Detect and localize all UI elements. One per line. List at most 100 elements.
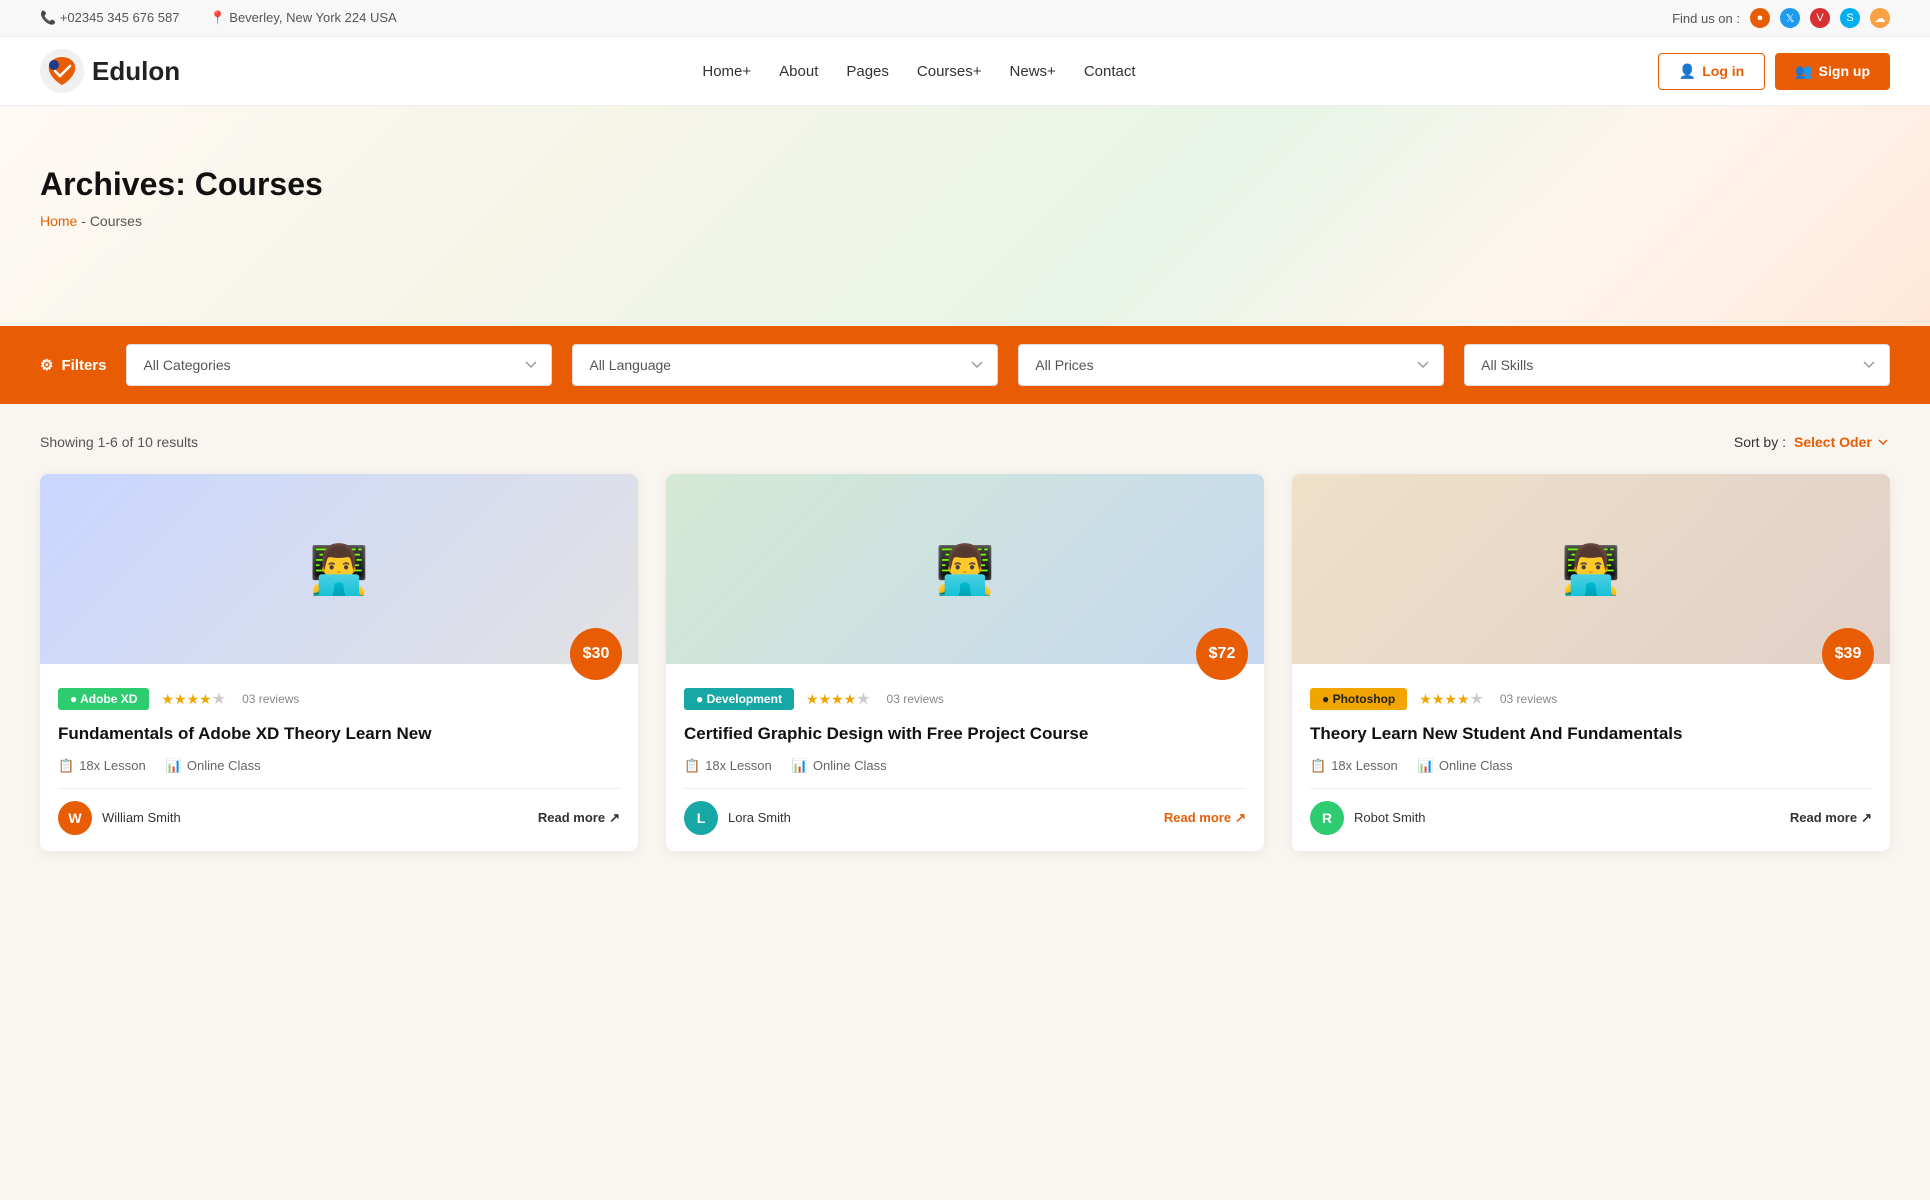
card-footer: W William Smith Read more ↗ bbox=[58, 801, 620, 835]
course-tag: ● Development bbox=[684, 688, 794, 710]
read-more-link[interactable]: Read more ↗ bbox=[1790, 810, 1872, 826]
card-body: ● Photoshop ★★★★★ 03 reviews Theory Lear… bbox=[1292, 664, 1890, 851]
card-footer: R Robot Smith Read more ↗ bbox=[1310, 801, 1872, 835]
class-type: Online Class bbox=[187, 758, 261, 773]
card-meta: 📋 18x Lesson 📊 Online Class bbox=[1310, 758, 1872, 774]
tag-row: ● Photoshop ★★★★★ 03 reviews bbox=[1310, 688, 1872, 710]
external-link-icon: ↗ bbox=[1235, 810, 1246, 826]
course-reviews: 03 reviews bbox=[887, 692, 944, 706]
social-icon-vimeo[interactable]: V bbox=[1810, 8, 1830, 28]
class-type: Online Class bbox=[1439, 758, 1513, 773]
social-icon-firefox[interactable]: ● bbox=[1750, 8, 1770, 28]
card-meta: 📋 18x Lesson 📊 Online Class bbox=[58, 758, 620, 774]
nav-about[interactable]: About bbox=[779, 63, 818, 80]
price-badge: $30 bbox=[570, 628, 622, 680]
page-title: Archives: Courses bbox=[40, 166, 1890, 203]
nav-courses[interactable]: Courses+ bbox=[917, 63, 982, 80]
nav-links: Home+ About Pages Courses+ News+ Contact bbox=[200, 63, 1638, 80]
course-card: 👨‍💻 $72 ● Development ★★★★★ 03 reviews C… bbox=[666, 474, 1264, 851]
avatar: R bbox=[1310, 801, 1344, 835]
lessons-count: 18x Lesson bbox=[705, 758, 772, 773]
filter-skills[interactable]: All Skills bbox=[1464, 344, 1890, 386]
login-button[interactable]: 👤 Log in bbox=[1658, 53, 1765, 90]
topbar-phone: 📞 +02345 345 676 587 bbox=[40, 10, 179, 26]
chart-icon: 📊 bbox=[1418, 758, 1434, 774]
nav-news[interactable]: News+ bbox=[1010, 63, 1056, 80]
social-icon-rss[interactable]: ☁ bbox=[1870, 8, 1890, 28]
sort-bar: Sort by : Select Oder bbox=[1734, 434, 1890, 450]
card-body: ● Adobe XD ★★★★★ 03 reviews Fundamentals… bbox=[40, 664, 638, 851]
card-image-wrap: 👨‍💻 $39 bbox=[1292, 474, 1890, 664]
lessons-meta: 📋 18x Lesson bbox=[1310, 758, 1398, 774]
card-footer: L Lora Smith Read more ↗ bbox=[684, 801, 1246, 835]
breadcrumb-home[interactable]: Home bbox=[40, 213, 77, 229]
topbar-address: 📍 Beverley, New York 224 USA bbox=[209, 10, 396, 26]
external-link-icon: ↗ bbox=[1861, 810, 1872, 826]
chart-icon: 📊 bbox=[166, 758, 182, 774]
lessons-meta: 📋 18x Lesson bbox=[58, 758, 146, 774]
lessons-count: 18x Lesson bbox=[79, 758, 146, 773]
lesson-icon: 📋 bbox=[684, 758, 700, 774]
filter-icon: ⚙ bbox=[40, 356, 53, 374]
topbar-findus: Find us on : bbox=[1672, 11, 1740, 26]
course-stars: ★★★★★ bbox=[806, 689, 871, 709]
main-content: Showing 1-6 of 10 results Sort by : Sele… bbox=[0, 404, 1930, 911]
course-tag: ● Photoshop bbox=[1310, 688, 1407, 710]
filter-prices[interactable]: All Prices bbox=[1018, 344, 1444, 386]
course-card: 👨‍💻 $39 ● Photoshop ★★★★★ 03 reviews The… bbox=[1292, 474, 1890, 851]
read-more-link[interactable]: Read more ↗ bbox=[538, 810, 620, 826]
lesson-icon: 📋 bbox=[58, 758, 74, 774]
social-icon-skype[interactable]: S bbox=[1840, 8, 1860, 28]
nav-pages[interactable]: Pages bbox=[846, 63, 889, 80]
logo-text: Edulon bbox=[92, 56, 180, 87]
chart-icon: 📊 bbox=[792, 758, 808, 774]
tag-row: ● Adobe XD ★★★★★ 03 reviews bbox=[58, 688, 620, 710]
card-meta: 📋 18x Lesson 📊 Online Class bbox=[684, 758, 1246, 774]
course-tag: ● Adobe XD bbox=[58, 688, 149, 710]
lessons-count: 18x Lesson bbox=[1331, 758, 1398, 773]
filter-bar: ⚙ Filters All Categories All Language Al… bbox=[0, 326, 1930, 404]
course-reviews: 03 reviews bbox=[242, 692, 299, 706]
instructor-name: Lora Smith bbox=[728, 810, 1154, 825]
breadcrumb-sep: - bbox=[81, 213, 90, 229]
card-divider bbox=[1310, 788, 1872, 789]
nav-buttons: 👤 Log in 👥 Sign up bbox=[1658, 53, 1890, 90]
course-reviews: 03 reviews bbox=[1500, 692, 1557, 706]
logo[interactable]: Edulon bbox=[40, 49, 180, 93]
results-bar: Showing 1-6 of 10 results Sort by : Sele… bbox=[40, 434, 1890, 450]
read-more-link[interactable]: Read more ↗ bbox=[1164, 810, 1246, 826]
topbar: 📞 +02345 345 676 587 📍 Beverley, New Yor… bbox=[0, 0, 1930, 37]
breadcrumb: Home - Courses bbox=[40, 213, 1890, 229]
sort-select[interactable]: Select Oder bbox=[1794, 434, 1890, 450]
nav-contact[interactable]: Contact bbox=[1084, 63, 1136, 80]
course-title: Certified Graphic Design with Free Proje… bbox=[684, 722, 1246, 746]
class-type: Online Class bbox=[813, 758, 887, 773]
external-link-icon: ↗ bbox=[609, 810, 620, 826]
class-type-meta: 📊 Online Class bbox=[792, 758, 887, 774]
class-type-meta: 📊 Online Class bbox=[1418, 758, 1513, 774]
card-image-wrap: 👨‍💻 $30 bbox=[40, 474, 638, 664]
card-image: 👨‍💻 bbox=[666, 474, 1264, 664]
course-card: 👨‍💻 $30 ● Adobe XD ★★★★★ 03 reviews Fund… bbox=[40, 474, 638, 851]
class-type-meta: 📊 Online Class bbox=[166, 758, 261, 774]
login-icon: 👤 bbox=[1679, 63, 1696, 80]
results-count: Showing 1-6 of 10 results bbox=[40, 434, 198, 450]
filter-language[interactable]: All Language bbox=[572, 344, 998, 386]
instructor-name: Robot Smith bbox=[1354, 810, 1780, 825]
card-image: 👨‍💻 bbox=[1292, 474, 1890, 664]
lesson-icon: 📋 bbox=[1310, 758, 1326, 774]
filter-categories[interactable]: All Categories bbox=[126, 344, 552, 386]
course-stars: ★★★★★ bbox=[161, 689, 226, 709]
signup-icon: 👥 bbox=[1795, 63, 1812, 80]
signup-button[interactable]: 👥 Sign up bbox=[1775, 53, 1890, 90]
course-title: Fundamentals of Adobe XD Theory Learn Ne… bbox=[58, 722, 620, 746]
card-image: 👨‍💻 bbox=[40, 474, 638, 664]
logo-icon bbox=[40, 49, 84, 93]
course-grid: 👨‍💻 $30 ● Adobe XD ★★★★★ 03 reviews Fund… bbox=[40, 474, 1890, 851]
nav-home[interactable]: Home+ bbox=[702, 63, 751, 80]
avatar: W bbox=[58, 801, 92, 835]
lessons-meta: 📋 18x Lesson bbox=[684, 758, 772, 774]
social-icon-twitter[interactable]: 𝕏 bbox=[1780, 8, 1800, 28]
card-divider bbox=[684, 788, 1246, 789]
breadcrumb-current: Courses bbox=[90, 213, 142, 229]
